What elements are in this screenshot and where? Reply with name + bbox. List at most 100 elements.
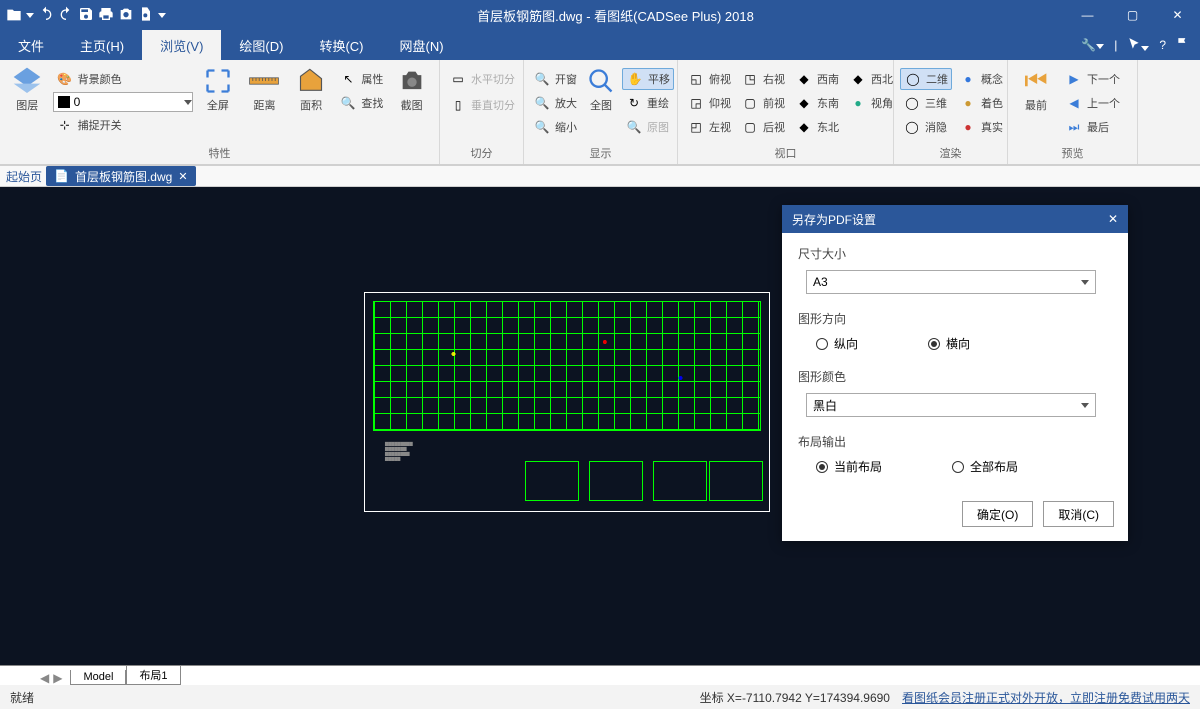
- menu-draw[interactable]: 绘图(D): [221, 30, 301, 60]
- menu-browse[interactable]: 浏览(V): [142, 30, 221, 60]
- landscape-radio[interactable]: 横向: [928, 335, 970, 352]
- d2-icon: ◯: [904, 70, 922, 88]
- screenshot-button[interactable]: 截图: [390, 64, 433, 112]
- layout-tab-prev[interactable]: ◀: [40, 671, 49, 685]
- hand-icon: ✋: [626, 70, 644, 88]
- zoomin-button[interactable]: 🔍放大: [530, 92, 580, 114]
- window-zoom-button[interactable]: 🔍开窗: [530, 68, 580, 90]
- divider-icon: |: [1114, 38, 1117, 52]
- fullscreen-button[interactable]: 全屏: [197, 64, 240, 112]
- wrench-icon[interactable]: 🔧: [1081, 38, 1104, 52]
- status-link[interactable]: 看图纸会员注册正式对外开放，立即注册免费试用两天: [902, 689, 1190, 706]
- ribbon-group-render: 渲染: [894, 143, 1007, 164]
- regen-button[interactable]: ↻重绘: [622, 92, 674, 114]
- zoom-in-icon: 🔍: [533, 94, 551, 112]
- folder-open-icon[interactable]: [6, 7, 22, 23]
- hide-button[interactable]: ◯消隐: [900, 116, 952, 138]
- viewangle-button[interactable]: ●视角: [846, 92, 896, 114]
- qat-dropdown[interactable]: [158, 13, 166, 18]
- back-view-button[interactable]: ▢后视: [738, 116, 788, 138]
- size-label: 尺寸大小: [796, 245, 1114, 262]
- pan-tool-button[interactable]: ✋平移: [622, 68, 674, 90]
- wire2d-button[interactable]: ◯二维: [900, 68, 952, 90]
- split-h-icon: ▭: [449, 70, 467, 88]
- dialog-title: 另存为PDF设置: [792, 211, 876, 228]
- close-tab-icon[interactable]: ✕: [178, 170, 187, 183]
- last-button[interactable]: ⏭最后: [1062, 116, 1123, 138]
- close-button[interactable]: ✕: [1155, 0, 1200, 30]
- origin-button[interactable]: 🔍原图: [622, 116, 674, 138]
- search-doc-icon[interactable]: [138, 6, 154, 25]
- sphere-blue-icon: ●: [959, 70, 977, 88]
- sphere-yellow-icon: ●: [959, 94, 977, 112]
- tab-start[interactable]: 起始页: [6, 168, 42, 185]
- menu-file[interactable]: 文件: [0, 30, 62, 60]
- snap-button[interactable]: ⊹ 捕捉开关: [53, 114, 193, 136]
- hsplit-button[interactable]: ▭水平切分: [446, 68, 518, 90]
- model-tab[interactable]: Model: [70, 670, 126, 685]
- extents-button[interactable]: 全图: [584, 64, 618, 112]
- ribbon-group-split: 切分: [440, 143, 523, 164]
- save-icon[interactable]: [78, 6, 94, 25]
- shade-button[interactable]: ●着色: [956, 92, 1006, 114]
- left-view-button[interactable]: ◰左视: [684, 116, 734, 138]
- sw-view-button[interactable]: ◆西南: [792, 68, 842, 90]
- redo-icon[interactable]: [58, 6, 74, 25]
- camera-icon[interactable]: [118, 6, 134, 25]
- split-v-icon: ▯: [449, 96, 467, 114]
- dialog-close-icon[interactable]: ✕: [1108, 212, 1118, 226]
- portrait-radio[interactable]: 纵向: [816, 335, 858, 352]
- maximize-button[interactable]: ▢: [1110, 0, 1155, 30]
- cancel-button[interactable]: 取消(C): [1043, 501, 1114, 527]
- concept-button[interactable]: ●概念: [956, 68, 1006, 90]
- undo-icon[interactable]: [38, 6, 54, 25]
- real-button[interactable]: ●真实: [956, 116, 1006, 138]
- doc-tab-label: 首层板钢筋图.dwg: [75, 168, 172, 185]
- orient-label: 图形方向: [796, 310, 1114, 327]
- layout-tab-next[interactable]: ▶: [53, 671, 62, 685]
- zoomout-button[interactable]: 🔍缩小: [530, 116, 580, 138]
- size-select[interactable]: A3: [806, 270, 1096, 294]
- zoom-window-icon: 🔍: [533, 70, 551, 88]
- distance-button[interactable]: 距离: [243, 64, 286, 112]
- print-icon[interactable]: [98, 6, 114, 25]
- wire3d-button[interactable]: ◯三维: [900, 92, 952, 114]
- nw-view-button[interactable]: ◆西北: [846, 68, 896, 90]
- ok-button[interactable]: 确定(O): [962, 501, 1033, 527]
- bottom-view-button[interactable]: ◲仰视: [684, 92, 734, 114]
- folder-dropdown[interactable]: [26, 13, 34, 18]
- front-view-button[interactable]: ▢前视: [738, 92, 788, 114]
- iso-ne-icon: ◆: [795, 118, 813, 136]
- ne-view-button[interactable]: ◆东北: [792, 116, 842, 138]
- bgcolor-select[interactable]: 0: [53, 92, 193, 112]
- menu-home[interactable]: 主页(H): [62, 30, 142, 60]
- prev-button[interactable]: ◀上一个: [1062, 92, 1123, 114]
- help-icon[interactable]: ?: [1159, 38, 1166, 52]
- canvas[interactable]: ▇▇▇▇▇▇▇▇▇▇▇▇▇▇▇▇▇▇▇▇▇▇▇▇▇▇▇▇▇ 另存为PDF设置 ✕…: [0, 187, 1200, 665]
- cursor-icon[interactable]: [1127, 37, 1149, 54]
- bgcolor-button[interactable]: 🎨 背景颜色: [53, 68, 193, 90]
- vsplit-button[interactable]: ▯垂直切分: [446, 94, 518, 116]
- layers-button[interactable]: 图层: [6, 64, 49, 112]
- minimize-button[interactable]: —: [1065, 0, 1110, 30]
- camera-big-icon: [395, 64, 429, 98]
- current-layout-radio[interactable]: 当前布局: [816, 458, 882, 475]
- ribbon-group-viewport: 视口: [678, 143, 893, 164]
- all-layout-radio[interactable]: 全部布局: [952, 458, 1018, 475]
- tab-document[interactable]: 📄 首层板钢筋图.dwg ✕: [46, 166, 196, 186]
- area-icon: [294, 64, 328, 98]
- color-select[interactable]: 黑白: [806, 393, 1096, 417]
- find-button[interactable]: 🔍查找: [336, 92, 386, 114]
- next-button[interactable]: ▶下一个: [1062, 68, 1123, 90]
- menu-pan[interactable]: 网盘(N): [382, 30, 462, 60]
- menu-convert[interactable]: 转换(C): [301, 30, 381, 60]
- top-view-button[interactable]: ◱俯视: [684, 68, 734, 90]
- first-page-button[interactable]: ⏮ 最前: [1014, 64, 1058, 112]
- flag-icon[interactable]: [1176, 37, 1190, 54]
- ribbon-group-props: 特性: [0, 143, 439, 164]
- right-view-button[interactable]: ◳右视: [738, 68, 788, 90]
- attributes-button[interactable]: ↖属性: [336, 68, 386, 90]
- area-button[interactable]: 面积: [290, 64, 333, 112]
- se-view-button[interactable]: ◆东南: [792, 92, 842, 114]
- layout1-tab[interactable]: 布局1: [126, 666, 180, 685]
